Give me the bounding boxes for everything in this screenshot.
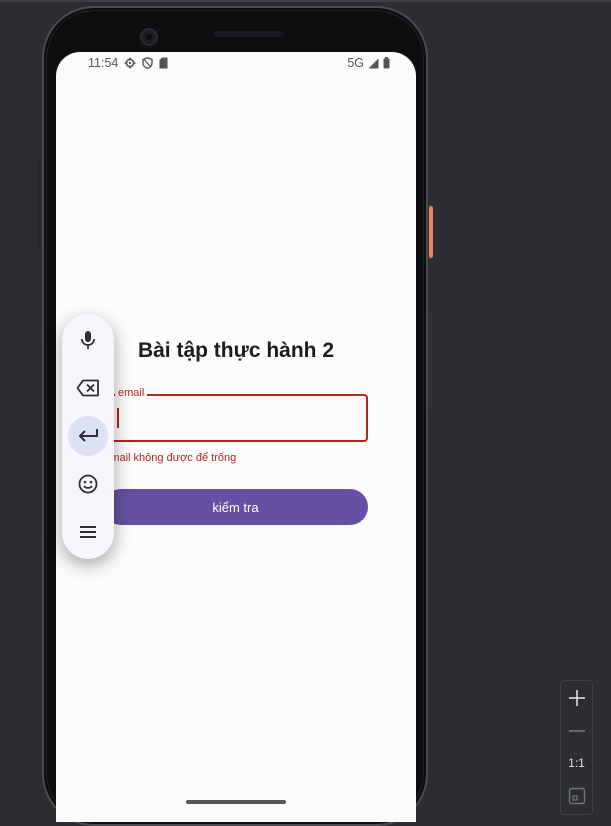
backspace-button[interactable] xyxy=(68,368,108,408)
text-cursor xyxy=(117,408,119,428)
emoji-icon xyxy=(78,474,98,494)
emoji-button[interactable] xyxy=(68,464,108,504)
signal-icon xyxy=(368,58,379,69)
minus-icon xyxy=(569,730,585,732)
plus-icon xyxy=(569,690,585,706)
keyboard-floating-toolbar xyxy=(62,314,114,559)
power-button[interactable] xyxy=(429,206,433,258)
emulator-zoom-controls: 1:1 xyxy=(560,680,593,815)
microphone-button[interactable] xyxy=(68,320,108,360)
earpiece-speaker xyxy=(214,31,284,37)
enter-button[interactable] xyxy=(68,416,108,456)
home-indicator[interactable] xyxy=(186,800,286,804)
battery-icon xyxy=(383,57,390,69)
check-button[interactable]: kiểm tra xyxy=(103,489,368,525)
zoom-out-button[interactable] xyxy=(567,721,587,746)
ide-top-border xyxy=(0,0,611,2)
enter-icon xyxy=(77,428,99,444)
status-icons-right: 5G xyxy=(347,56,390,70)
volume-button[interactable] xyxy=(429,312,433,412)
gear-icon xyxy=(124,57,136,69)
zoom-in-button[interactable] xyxy=(567,688,587,713)
zoom-fit-button[interactable] xyxy=(568,787,586,810)
status-icons-left xyxy=(124,57,168,69)
email-input[interactable] xyxy=(103,394,368,442)
network-type: 5G xyxy=(347,56,364,70)
email-error-message: Email không được để trống xyxy=(103,452,237,464)
backspace-icon xyxy=(76,379,100,397)
email-field-label: email xyxy=(115,387,148,400)
status-time: 11:54 xyxy=(88,56,119,70)
menu-button[interactable] xyxy=(68,512,108,552)
zoom-actual-size-button[interactable]: 1:1 xyxy=(561,756,592,770)
status-bar: 11:54 5G xyxy=(56,52,416,76)
front-camera xyxy=(140,28,158,46)
microphone-icon xyxy=(79,330,97,350)
menu-icon xyxy=(79,525,97,539)
side-button-left xyxy=(38,160,41,250)
shield-icon xyxy=(142,57,153,69)
sd-card-icon xyxy=(159,57,168,69)
fit-screen-icon xyxy=(568,787,586,805)
